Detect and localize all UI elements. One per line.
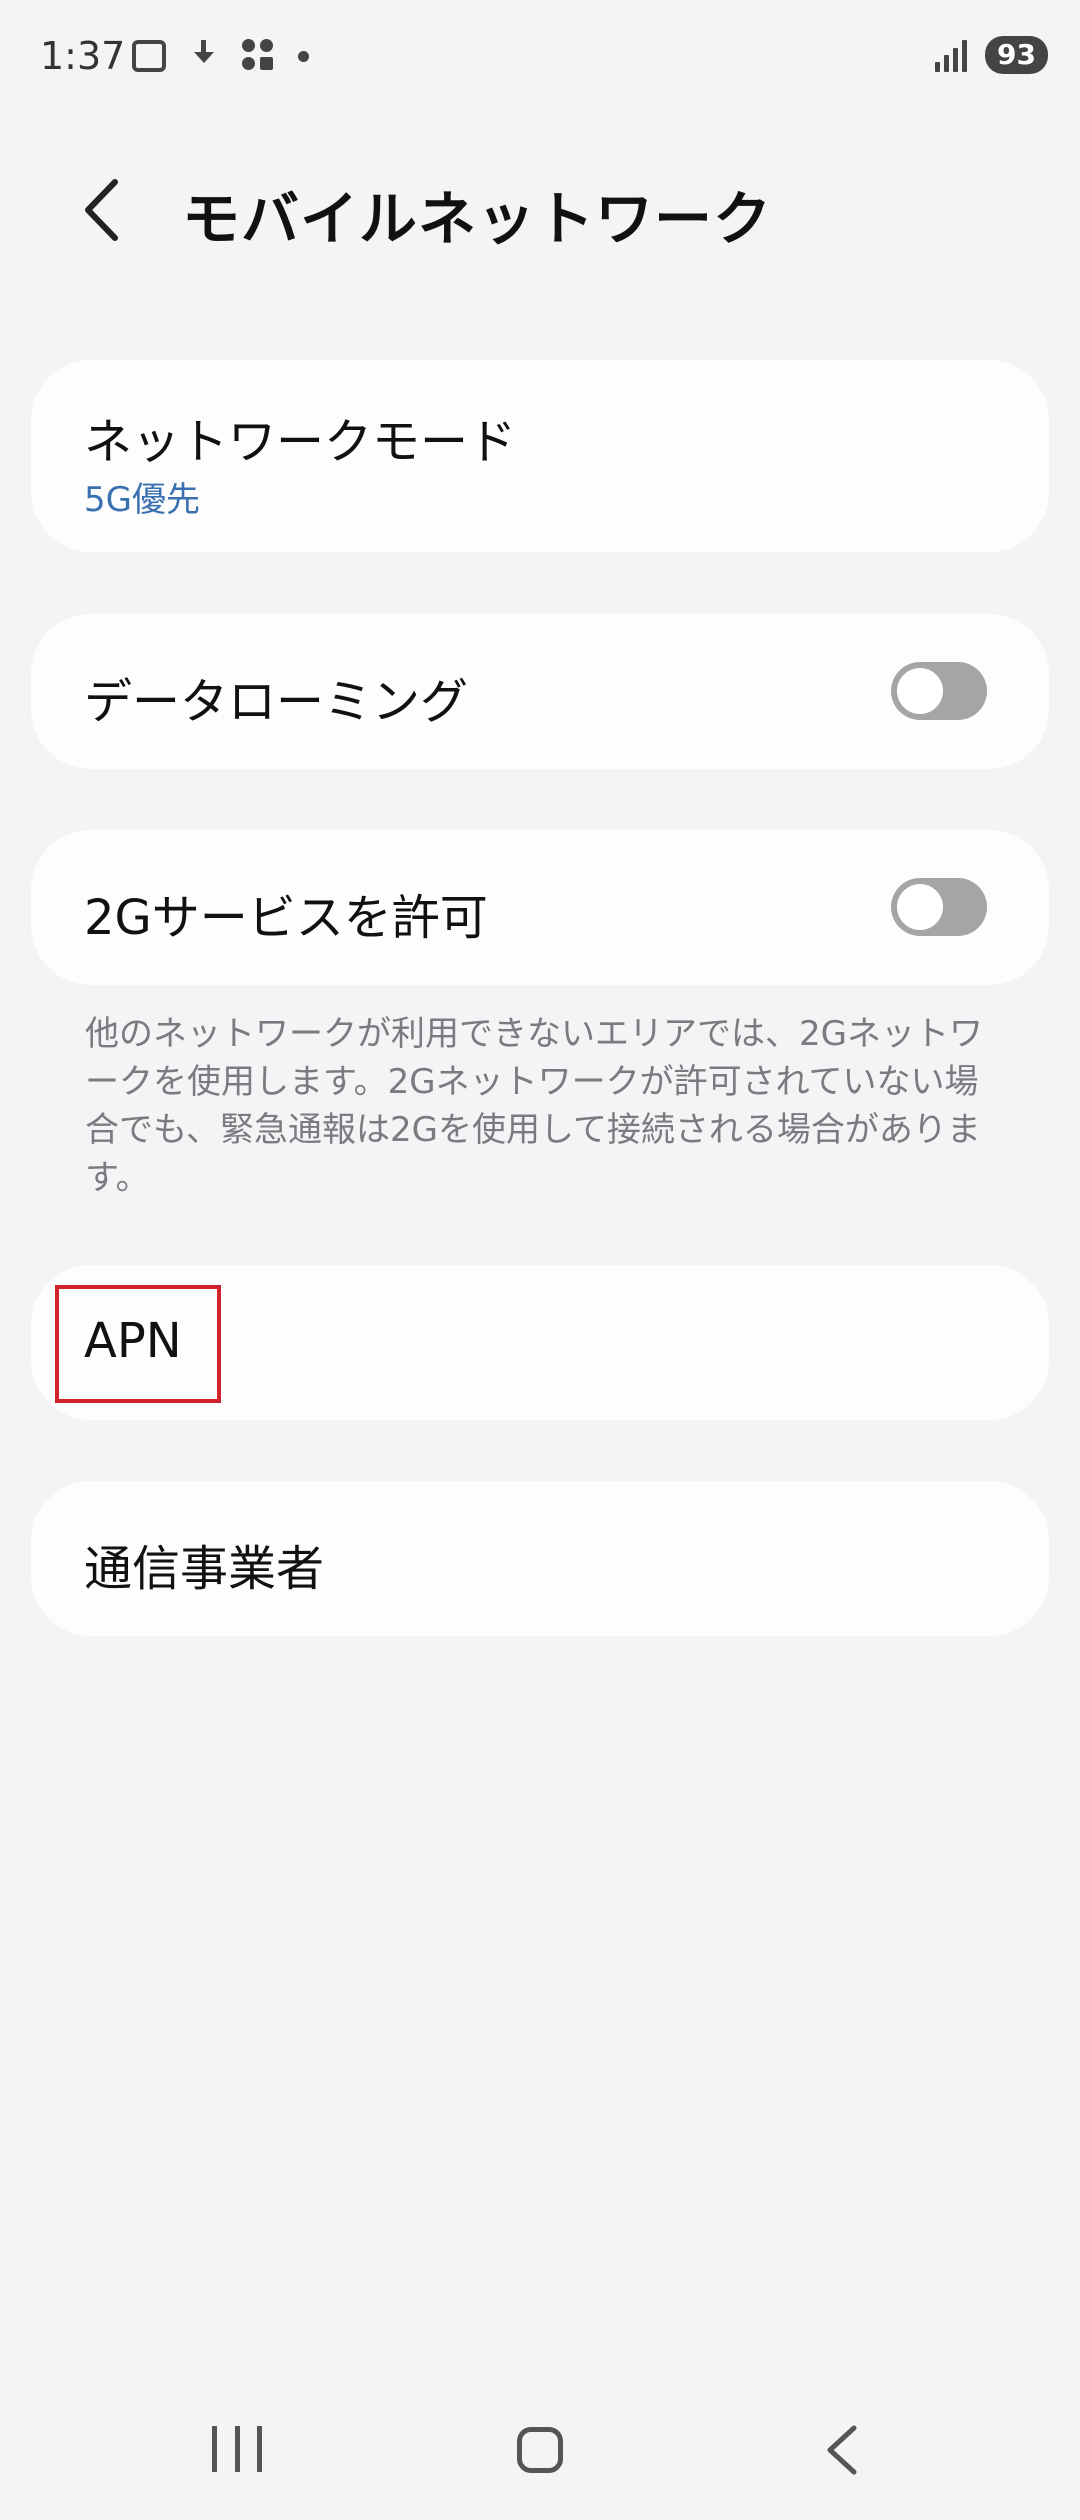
recents-button[interactable] xyxy=(212,2426,262,2472)
apn-highlight-box xyxy=(55,1285,221,1403)
toggle-knob xyxy=(897,668,943,714)
network-mode-item[interactable]: ネットワークモード 5G優先 xyxy=(31,360,1049,552)
recents-icon-bar xyxy=(234,2426,240,2472)
allow-2g-item[interactable]: 2Gサービスを許可 xyxy=(31,830,1049,985)
toggle-knob xyxy=(897,884,943,930)
data-roaming-item[interactable]: データローミング xyxy=(31,614,1049,769)
carrier-item[interactable]: 通信事業者 xyxy=(31,1481,1049,1636)
home-button[interactable] xyxy=(517,2427,563,2473)
recents-icon-bar xyxy=(257,2426,262,2472)
back-button[interactable] xyxy=(70,170,140,250)
allow-2g-toggle[interactable] xyxy=(891,878,987,936)
page-title: モバイルネットワーク xyxy=(182,185,773,253)
network-mode-label: ネットワークモード xyxy=(84,414,517,470)
data-roaming-toggle[interactable] xyxy=(891,662,987,720)
status-icons-right: 93 xyxy=(935,36,1048,74)
signal-icon xyxy=(935,38,968,72)
network-mode-value: 5G優先 xyxy=(84,480,200,520)
status-icons-left xyxy=(132,38,309,74)
apps-icon xyxy=(242,39,276,73)
back-icon xyxy=(827,2425,857,2475)
status-time: 1:37 xyxy=(40,34,126,78)
chevron-left-icon xyxy=(85,179,118,241)
data-roaming-label: データローミング xyxy=(84,674,469,730)
nav-back-button[interactable] xyxy=(822,2422,862,2478)
allow-2g-label: 2Gサービスを許可 xyxy=(84,890,488,946)
carrier-label: 通信事業者 xyxy=(84,1541,325,1597)
recents-icon-bar xyxy=(212,2426,217,2472)
notification-dot-icon xyxy=(298,50,309,62)
battery-indicator: 93 xyxy=(985,36,1048,74)
screenshot-icon xyxy=(132,40,166,72)
download-icon xyxy=(188,38,220,74)
allow-2g-description: 他のネットワークが利用できないエリアでは、2Gネットワークを使用します。2Gネッ… xyxy=(85,1014,983,1198)
status-bar: 1:37 93 xyxy=(0,0,1080,120)
